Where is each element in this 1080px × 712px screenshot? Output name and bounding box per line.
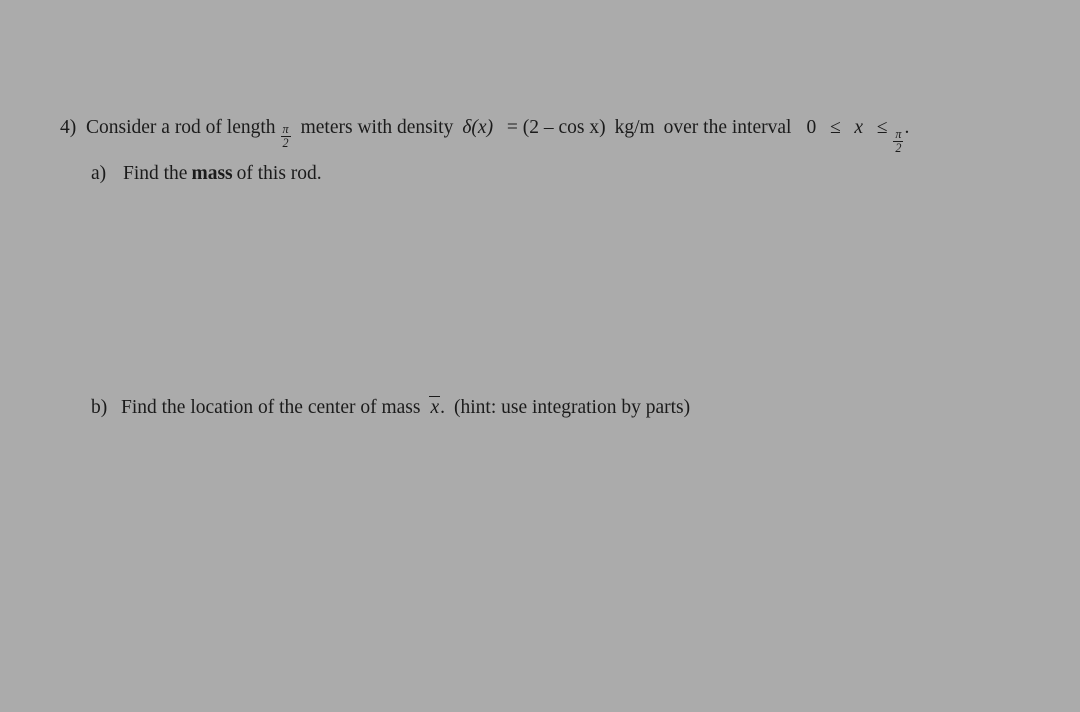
problem-part-a: a) Find the mass of this rod. [60, 164, 1050, 184]
problem-statement-line: 4) Consider a rod of length π 2 meters w… [60, 118, 1050, 154]
rod-length-numerator: π [282, 122, 289, 136]
worksheet-page: 4) Consider a rod of length π 2 meters w… [0, 0, 1080, 712]
problem-statement-body: Consider a rod of length π 2 meters with… [86, 118, 909, 154]
interval-second-relation: ≤ [876, 117, 888, 138]
interval-first-relation: ≤ [829, 117, 841, 138]
density-function-expression: δ(x) = (2 – cos x) [462, 118, 605, 138]
problem-number: 4) [60, 117, 77, 138]
equals-sign: = [506, 117, 518, 138]
statement-text-after-length: meters with density [300, 117, 454, 138]
part-a-text-before-emphasis: Find the [123, 163, 188, 185]
center-of-mass-symbol-group: x [429, 395, 440, 418]
interval-upper-numerator: π [895, 127, 902, 142]
density-expression: (2 – cos x) [522, 117, 606, 138]
rod-length-denominator: 2 [280, 135, 291, 150]
part-b-body: Find the location of the center of mass … [117, 395, 691, 418]
statement-text-before-interval: over the interval [663, 117, 792, 138]
problem-4: 4) Consider a rod of length π 2 meters w… [60, 118, 1050, 184]
x-bar-symbol: x [429, 395, 440, 418]
interval-expression: 0 ≤ x ≤ π 2 [806, 118, 904, 154]
interval-lower-bound: 0 [806, 117, 817, 138]
statement-terminator: . [904, 117, 910, 138]
part-a-body: Find the mass of this rod. [115, 164, 322, 184]
problem-part-b: b) Find the location of the center of ma… [91, 395, 991, 418]
part-b-text-before-symbol: Find the location of the center of mass [121, 397, 421, 418]
interval-variable: x [854, 117, 864, 138]
part-a-marker: a) [91, 163, 107, 185]
part-a-text-after-emphasis: of this rod. [236, 163, 322, 185]
part-b-marker: b) [91, 397, 108, 418]
interval-upper-denominator: 2 [893, 140, 904, 155]
density-units: kg/m [614, 117, 655, 138]
part-a-emphasis: mass [191, 163, 233, 185]
interval-upper-bound-fraction: π 2 [893, 127, 904, 155]
part-b-text-after-symbol: . [440, 397, 445, 418]
statement-text-before-length: Consider a rod of length [86, 117, 276, 138]
rod-length-fraction: π 2 [280, 122, 291, 150]
density-argument: (x) [471, 117, 494, 138]
part-b-hint: (hint: use integration by parts) [454, 397, 691, 418]
